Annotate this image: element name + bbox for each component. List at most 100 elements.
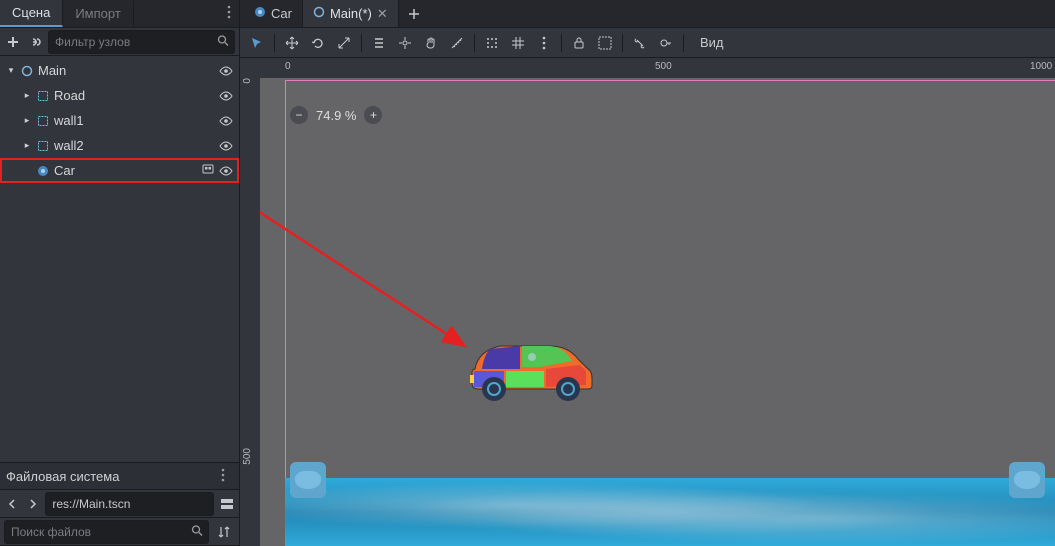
filesystem-header: Файловая система [0,462,239,490]
ruler-vertical: 0 500 [240,78,260,546]
view-menu-button[interactable]: Вид [690,32,734,53]
split-icon [220,497,234,511]
node-label: wall1 [54,113,84,128]
scene-panel-menu[interactable] [219,1,239,26]
chevron-right-icon [29,499,37,509]
list-tool-button[interactable] [368,32,390,54]
canvas[interactable]: − 74.9 % + [260,78,1055,546]
link-button[interactable] [26,31,44,53]
nav-back-button[interactable] [4,493,21,515]
group-button[interactable] [594,32,616,54]
scene-panel-tabs: Сцена Импорт [0,0,239,28]
plus-icon [408,8,420,20]
pan-tool-button[interactable] [420,32,442,54]
visibility-toggle[interactable] [219,164,233,178]
camera-bounds [285,80,1055,546]
scene-tab-main[interactable]: Main(*) ✕ [303,0,399,27]
chevron-right-icon: ▸ [22,91,32,101]
godot-placeholder-icon [1009,462,1045,498]
sort-icon [217,525,231,539]
tab-import[interactable]: Импорт [63,1,133,26]
scene-tab-label: Car [271,6,292,21]
nav-forward-button[interactable] [25,493,42,515]
scene-tab-car[interactable]: Car [244,0,303,27]
water-sprite [285,478,1055,546]
viewport-toolbar: Вид [240,28,1055,58]
tree-row-main[interactable]: ▾ Main [0,58,239,83]
grid-icon [511,36,525,50]
move-icon [285,36,299,50]
collision-icon [36,89,50,103]
ruler-tick: 0 [285,61,291,72]
ruler-horizontal: 0 500 1000 [260,58,1055,78]
open-scene-icon[interactable] [201,162,215,179]
visibility-toggle[interactable] [219,64,233,78]
move-tool-button[interactable] [281,32,303,54]
chevron-right-icon: ▸ [22,141,32,151]
key-icon [659,36,673,50]
separator [622,34,623,52]
split-mode-button[interactable] [218,493,235,515]
rotate-tool-button[interactable] [307,32,329,54]
ruler-tool-button[interactable] [446,32,468,54]
scene-tab-label: Main(*) [330,6,372,21]
right-panel: Car Main(*) ✕ Вид [240,0,1055,546]
visibility-toggle[interactable] [219,89,233,103]
tree-row-road[interactable]: ▸ Road [0,83,239,108]
path-input[interactable] [45,492,214,516]
anim-key-button[interactable] [655,32,677,54]
tab-scene[interactable]: Сцена [0,0,63,27]
tree-row-car[interactable]: ▸ Car [0,158,239,183]
viewport[interactable]: 0 500 1000 0 500 − 74.9 % + [240,58,1055,546]
scene-toolbar [0,28,239,56]
node-filter-input[interactable] [48,30,235,54]
snap-options-button[interactable] [533,32,555,54]
bone-button[interactable] [629,32,651,54]
node-label: Road [54,88,85,103]
file-search-input[interactable] [4,520,209,544]
snap-button[interactable] [481,32,503,54]
add-scene-tab-button[interactable] [403,3,425,25]
car-sprite[interactable] [460,331,600,401]
group-icon [598,36,612,50]
filesystem-title: Файловая система [6,469,119,484]
scale-tool-button[interactable] [333,32,355,54]
separator [683,34,684,52]
collision-icon [36,114,50,128]
select-tool-button[interactable] [246,32,268,54]
zoom-text: 74.9 % [316,108,356,123]
node2d-icon [20,64,34,78]
node-label: wall2 [54,138,84,153]
plus-icon [6,35,20,49]
tree-row-wall2[interactable]: ▸ wall2 [0,133,239,158]
filesystem-menu[interactable] [213,464,233,489]
visibility-toggle[interactable] [219,139,233,153]
grid-snap-button[interactable] [507,32,529,54]
zoom-controls: − 74.9 % + [290,106,382,124]
close-tab-button[interactable]: ✕ [377,6,388,22]
ruler-tick: 1000 [1030,61,1052,72]
sort-button[interactable] [213,521,235,543]
ruler-tick: 0 [242,78,253,84]
ruler-icon [450,36,464,50]
add-node-button[interactable] [4,31,22,53]
ruler-corner [240,58,260,78]
zoom-out-button[interactable]: − [290,106,308,124]
visibility-toggle[interactable] [219,114,233,128]
dots-vertical-icon [227,5,231,19]
collision-icon [36,139,50,153]
lock-button[interactable] [568,32,590,54]
pivot-icon [398,36,412,50]
left-panel: Сцена Импорт ▾ Main [0,0,240,546]
zoom-in-button[interactable]: + [364,106,382,124]
separator [474,34,475,52]
node-label: Main [38,63,66,78]
tree-row-wall1[interactable]: ▸ wall1 [0,108,239,133]
snap-dots-icon [485,36,499,50]
separator [361,34,362,52]
node-label: Car [54,163,75,178]
link-icon [28,35,42,49]
scene-instance-icon [36,164,50,178]
node-filter-wrap [48,30,235,54]
lock-tool-button[interactable] [394,32,416,54]
